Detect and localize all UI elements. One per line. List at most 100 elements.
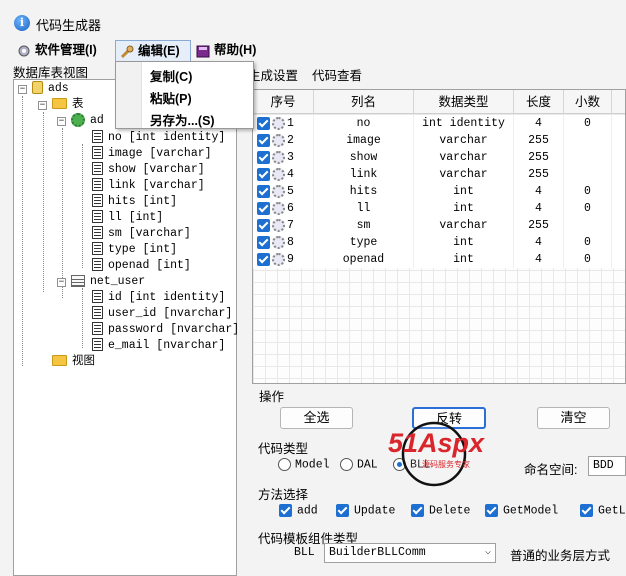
template-description: 普通的业务层方式 (510, 549, 611, 563)
tree-node-column[interactable]: show [varchar] (92, 162, 205, 178)
radio-dal[interactable]: DAL (340, 458, 378, 472)
cell-dec (564, 217, 612, 234)
cell-dec: 0 (564, 234, 612, 251)
gear-icon (272, 202, 285, 215)
gear-icon (272, 219, 285, 232)
check-add-label: add (297, 504, 318, 518)
table-row[interactable]: 7 sm varchar 255 (253, 217, 625, 234)
tree-node-table-ad[interactable]: ad (71, 113, 104, 129)
column-label: user_id [nvarchar] (108, 307, 233, 320)
table-row[interactable]: 2 image varchar 255 (253, 132, 625, 149)
tree-node-column[interactable]: user_id [nvarchar] (92, 306, 232, 322)
tree-node-tables[interactable]: 表 (52, 97, 84, 113)
expander-net-user[interactable]: − (57, 278, 66, 287)
row-checkbox[interactable] (257, 151, 270, 164)
row-number: 3 (287, 151, 294, 164)
tree-node-db-label: ads (48, 82, 69, 95)
row-checkbox[interactable] (257, 202, 270, 215)
radio-dal-label: DAL (357, 458, 378, 472)
cell-index: 4 (253, 166, 314, 183)
tree-node-column[interactable]: no [int identity] (92, 130, 225, 146)
tree-node-tables-label: 表 (72, 98, 84, 111)
bll-template-value: BuilderBLLComm (329, 546, 426, 559)
header-index[interactable]: 序号 (253, 90, 314, 114)
tree-node-column[interactable]: id [int identity] (92, 290, 225, 306)
tree-node-column[interactable]: password [nvarchar] (92, 322, 239, 338)
tree-node-column[interactable]: sm [varchar] (92, 226, 191, 242)
tree-node-column[interactable]: image [varchar] (92, 146, 212, 162)
menu-help[interactable]: 帮助(H) (192, 40, 260, 62)
menu-save-as[interactable]: 另存为...(S) (150, 110, 215, 129)
table-row[interactable]: 9 openad int 4 0 (253, 251, 625, 268)
check-update[interactable]: Update (336, 504, 395, 518)
header-decimal[interactable]: 小数 (564, 90, 612, 114)
check-update-label: Update (354, 504, 396, 518)
table-row[interactable]: 8 type int 4 0 (253, 234, 625, 251)
expander-ads[interactable]: − (18, 85, 27, 94)
check-add[interactable]: add (279, 504, 318, 518)
column-label: password [nvarchar] (108, 323, 240, 336)
tree-node-column[interactable]: ll [int] (92, 210, 163, 226)
cell-dec: 0 (564, 200, 612, 217)
dropdown-gutter (116, 62, 142, 128)
namespace-input[interactable]: BDD (588, 456, 626, 476)
tree-node-column[interactable]: openad [int] (92, 258, 191, 274)
bll-template-select[interactable]: BuilderBLLComm ⌵ (324, 543, 496, 563)
radio-model[interactable]: Model (278, 458, 330, 472)
select-all-button[interactable]: 全选 (280, 407, 353, 429)
tree-node-column[interactable]: link [varchar] (92, 178, 205, 194)
menu-software-manage-label: 软件管理(I) (35, 43, 97, 57)
checkbox-checked (580, 504, 593, 517)
menu-help-label: 帮助(H) (214, 43, 257, 57)
app-info-icon: i (14, 15, 30, 31)
check-getlist[interactable]: GetLi (580, 504, 626, 518)
cell-index: 3 (253, 149, 314, 166)
row-checkbox[interactable] (257, 236, 270, 249)
wrench-icon (120, 45, 134, 59)
column-grid[interactable]: 序号 列名 数据类型 长度 小数 1 no int identity 4 0 2 image… (252, 89, 626, 384)
row-checkbox[interactable] (257, 168, 270, 181)
menu-paste[interactable]: 粘贴(P) (150, 88, 192, 107)
tree-line (22, 96, 23, 366)
tree-node-views[interactable]: 视图 (52, 354, 95, 370)
row-checkbox[interactable] (257, 219, 270, 232)
database-icon (32, 81, 43, 95)
title-bar: i 代码生成器 (0, 0, 626, 38)
table-row[interactable]: 1 no int identity 4 0 (253, 115, 625, 132)
menu-edit[interactable]: 编辑(E) (115, 40, 191, 62)
tree-node-column[interactable]: hits [int] (92, 194, 177, 210)
tree-node-db[interactable]: ads (32, 81, 69, 97)
check-delete[interactable]: Delete (411, 504, 470, 518)
cell-dec (564, 166, 612, 183)
expander-tables[interactable]: − (38, 101, 47, 110)
tree-node-column[interactable]: e_mail [nvarchar] (92, 338, 225, 354)
row-checkbox[interactable] (257, 117, 270, 130)
row-checkbox[interactable] (257, 253, 270, 266)
table-row[interactable]: 4 link varchar 255 (253, 166, 625, 183)
gear-icon (272, 185, 285, 198)
tree-node-table-ad-label: ad (90, 114, 104, 128)
header-length[interactable]: 长度 (514, 90, 564, 114)
gear-icon (272, 117, 285, 130)
tree-node-table-net-user[interactable]: net_user (71, 274, 145, 290)
check-delete-label: Delete (429, 504, 471, 518)
menu-software-manage[interactable]: 软件管理(I) (13, 40, 101, 62)
column-icon (92, 162, 103, 176)
table-row[interactable]: 3 show varchar 255 (253, 149, 625, 166)
tab-generate-settings[interactable]: 生成设置 (248, 65, 298, 84)
row-checkbox[interactable] (257, 185, 270, 198)
table-row[interactable]: 6 ll int 4 0 (253, 200, 625, 217)
clear-button[interactable]: 清空 (537, 407, 610, 429)
check-getmodel[interactable]: GetModel (485, 504, 558, 518)
header-data-type[interactable]: 数据类型 (414, 90, 514, 114)
tree-node-column[interactable]: type [int] (92, 242, 177, 258)
row-checkbox[interactable] (257, 134, 270, 147)
folder-icon (52, 355, 67, 367)
menu-copy[interactable]: 复制(C) (150, 66, 192, 85)
tab-code-view[interactable]: 代码查看 (312, 65, 362, 84)
table-row[interactable]: 5 hits int 4 0 (253, 183, 625, 200)
expander-ad[interactable]: − (57, 117, 66, 126)
tree-line (62, 128, 63, 298)
header-column-name[interactable]: 列名 (314, 90, 414, 114)
db-tree-view[interactable]: − ads − 表 − ad no [int identity] image [… (13, 79, 239, 576)
